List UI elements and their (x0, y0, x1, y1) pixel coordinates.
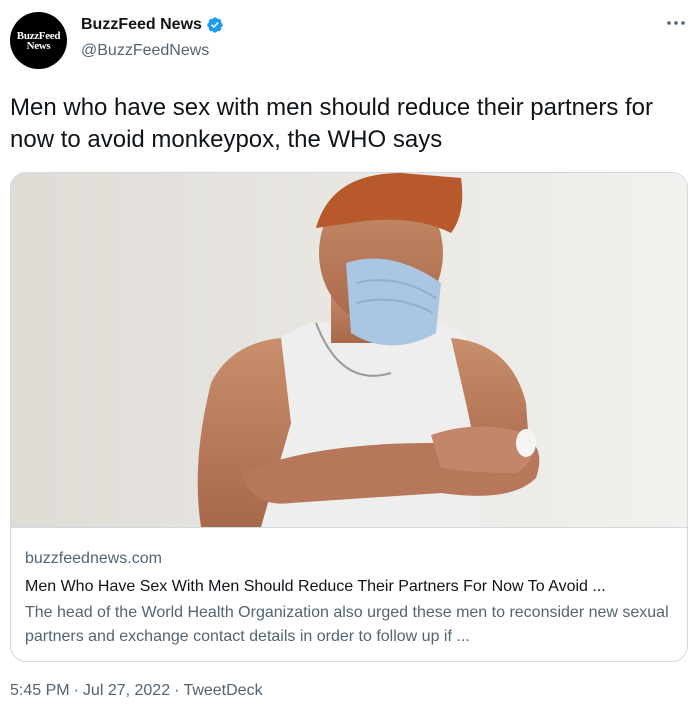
tweet-meta: 5:45 PM · Jul 27, 2022 · TweetDeck (10, 682, 263, 700)
card-description: The head of the World Health Organizatio… (25, 604, 669, 645)
tweet-source[interactable]: TweetDeck (183, 682, 262, 700)
tweet-date[interactable]: Jul 27, 2022 (83, 682, 170, 700)
display-name-row[interactable]: BuzzFeed News (81, 16, 224, 34)
verified-badge-icon (207, 17, 223, 33)
tweet-text: Men who have sex with men should reduce … (10, 94, 653, 153)
tweet-time[interactable]: 5:45 PM (10, 682, 70, 700)
avatar-text-line2: News (26, 39, 51, 52)
meta-separator: · (174, 682, 180, 699)
card-title[interactable]: Men Who Have Sex With Men Should Reduce … (25, 575, 675, 599)
display-name[interactable]: BuzzFeed News (81, 16, 202, 34)
more-options-icon (667, 21, 685, 25)
avatar-text-line1: BuzzFeed (16, 29, 61, 42)
meta-separator: · (73, 682, 79, 699)
account-handle[interactable]: @BuzzFeedNews (81, 42, 209, 60)
card-image[interactable] (11, 173, 687, 528)
card-body: buzzfeednews.com Men Who Have Sex With M… (25, 547, 675, 649)
avatar[interactable]: BuzzFeed News (10, 12, 67, 69)
card-domain: buzzfeednews.com (25, 550, 162, 567)
link-card[interactable]: buzzfeednews.com Men Who Have Sex With M… (10, 172, 688, 662)
more-options-button[interactable] (665, 12, 687, 34)
